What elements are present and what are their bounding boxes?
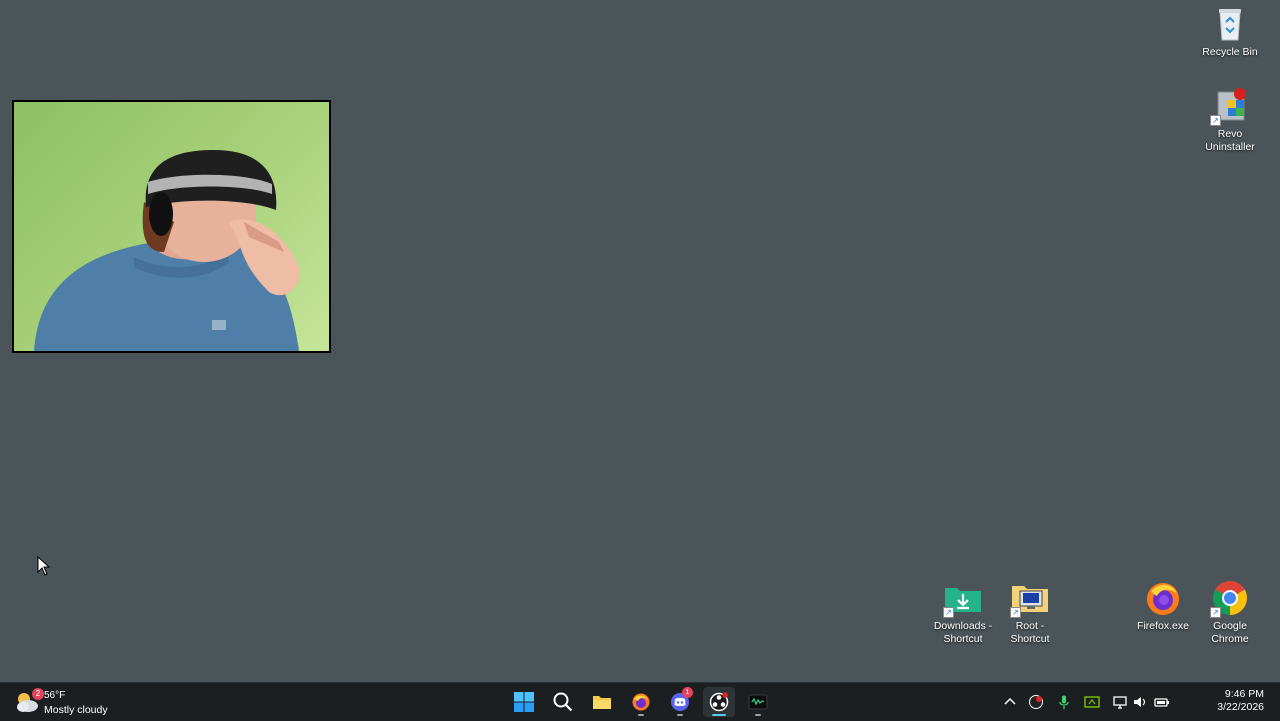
- active-app-indicator: [712, 714, 726, 716]
- running-indicator: [677, 714, 683, 716]
- recycle-bin-label: Recycle Bin: [1202, 46, 1258, 58]
- revo-uninstaller-icon: ↗: [1210, 86, 1250, 126]
- downloads-label-line2: Shortcut: [943, 633, 983, 645]
- terminal-icon: [748, 694, 768, 710]
- microphone-icon[interactable]: [1056, 694, 1072, 710]
- root-folder-icon: ↗: [1010, 578, 1050, 618]
- taskbar-pinned-apps: 1: [504, 683, 776, 721]
- volume-icon[interactable]: [1132, 694, 1148, 710]
- recycle-bin-icon: [1210, 4, 1250, 44]
- chrome-label-line2: Chrome: [1211, 633, 1249, 645]
- battery-icon[interactable]: [1154, 694, 1170, 710]
- firefox-label: Firefox.exe: [1137, 620, 1189, 632]
- webcam-overlay[interactable]: webcam-feed: [12, 100, 331, 353]
- weather-notification-badge: 2: [32, 688, 44, 700]
- shortcut-arrow-icon: ↗: [1210, 607, 1221, 618]
- system-tray: [1000, 683, 1180, 721]
- taskbar-discord-button[interactable]: 1: [664, 687, 696, 717]
- root-label-line1: Root -: [1015, 620, 1045, 632]
- clock[interactable]: 9:46 PM 3/22/2026: [1217, 688, 1264, 714]
- shortcut-arrow-icon: ↗: [1210, 115, 1221, 126]
- folder-icon: [593, 696, 611, 709]
- desktop: webcam-feed Recycle Bin ↗ Revo Uninstall…: [0, 0, 1280, 682]
- firefox-icon: [632, 693, 650, 711]
- taskbar-obs-button[interactable]: [703, 687, 735, 717]
- obs-icon: [709, 692, 729, 712]
- weather-widget[interactable]: 2 56°F Mostly cloudy: [14, 687, 124, 717]
- taskbar-terminal-button[interactable]: [742, 687, 774, 717]
- obs-tray-icon[interactable]: [1028, 694, 1044, 710]
- file-explorer-button[interactable]: [586, 687, 618, 717]
- network-icon[interactable]: [1112, 694, 1128, 710]
- weather-condition: Mostly cloudy: [44, 704, 108, 716]
- shortcut-arrow-icon: ↗: [1010, 607, 1021, 618]
- clock-time: 9:46 PM: [1224, 688, 1264, 700]
- chrome-icon: ↗: [1210, 578, 1250, 618]
- firefox-icon: [1143, 578, 1183, 618]
- downloads-label-line1: Downloads -: [933, 620, 993, 632]
- chrome-label-line1: Google: [1213, 620, 1247, 632]
- chevron-up-icon[interactable]: [1002, 694, 1018, 710]
- revo-label-line2: Uninstaller: [1205, 141, 1255, 153]
- search-button[interactable]: [547, 687, 579, 717]
- downloads-folder-icon: ↗: [943, 578, 983, 618]
- weather-temperature: 56°F: [44, 690, 66, 701]
- desktop-icon-downloads-shortcut[interactable]: ↗ Downloads - Shortcut: [927, 578, 999, 646]
- running-indicator: [638, 714, 644, 716]
- running-indicator: [755, 714, 761, 716]
- start-button[interactable]: [508, 687, 540, 717]
- root-label-line2: Shortcut: [1010, 633, 1050, 645]
- taskbar: 2 56°F Mostly cloudy 1 9:46 PM 3/22/2026: [0, 682, 1280, 721]
- desktop-icon-recycle-bin[interactable]: Recycle Bin: [1194, 4, 1266, 59]
- clock-date: 3/22/2026: [1217, 701, 1264, 713]
- webcam-person-image: [34, 150, 300, 351]
- desktop-icon-firefox[interactable]: Firefox.exe: [1127, 578, 1199, 633]
- mouse-cursor-icon: [37, 556, 51, 576]
- revo-label-line1: Revo: [1217, 128, 1243, 140]
- nvidia-tray-icon[interactable]: [1084, 694, 1100, 710]
- taskbar-firefox-button[interactable]: [625, 687, 657, 717]
- discord-notification-badge: 1: [682, 687, 693, 698]
- shortcut-arrow-icon: ↗: [943, 607, 954, 618]
- desktop-icon-root-shortcut[interactable]: ↗ Root - Shortcut: [994, 578, 1066, 646]
- search-icon: [553, 692, 573, 712]
- desktop-icon-revo-uninstaller[interactable]: ↗ Revo Uninstaller: [1194, 86, 1266, 154]
- desktop-icon-google-chrome[interactable]: ↗ Google Chrome: [1194, 578, 1266, 646]
- windows-logo-icon: [514, 692, 534, 712]
